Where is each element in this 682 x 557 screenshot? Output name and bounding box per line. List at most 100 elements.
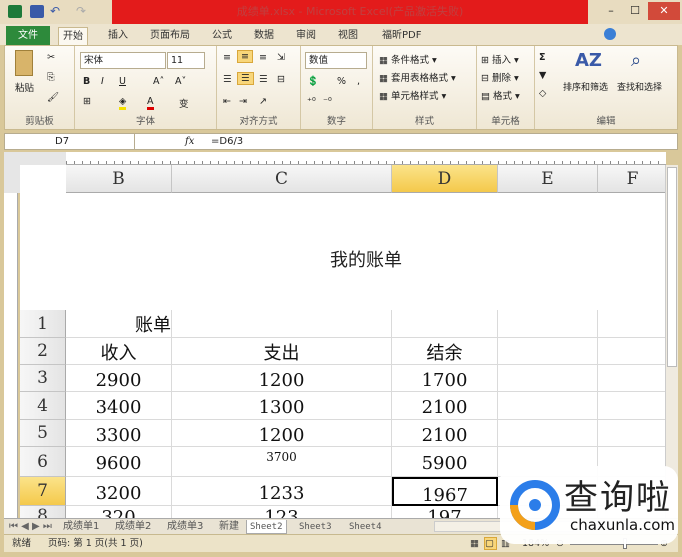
formula-input[interactable]: =D6/3 [211,134,243,149]
copy-icon[interactable]: ⎘ [47,72,55,83]
row-header-7[interactable]: 7 [20,477,66,506]
align-right-icon[interactable]: ☰ [259,74,268,85]
comma-button[interactable]: , [357,76,360,87]
cell-e3[interactable] [498,365,598,392]
cell-e5[interactable] [498,420,598,447]
shrink-font-button[interactable]: A˅ [175,76,186,87]
column-header-e[interactable]: E [498,165,598,193]
cell-d3[interactable]: 1700 [392,365,498,392]
cell-b4[interactable]: 3400 [66,392,172,420]
sheet-tab[interactable]: Sheet3 [296,520,335,534]
cell-b8[interactable]: 320 [66,506,172,518]
align-center-icon[interactable]: ☰ [237,72,254,85]
cell-f3[interactable] [598,365,665,392]
font-name-select[interactable]: 宋体 [80,52,166,69]
row-header-6[interactable]: 6 [20,447,66,477]
redo-icon[interactable]: ↷ [76,4,86,18]
format-painter-icon[interactable]: 🖌 [47,92,59,103]
cell-b6[interactable]: 9600 [66,447,172,477]
paste-icon[interactable] [15,50,33,76]
cell-d5[interactable]: 2100 [392,420,498,447]
conditional-format-button[interactable]: ▦ 条件格式 ▾ [379,52,437,66]
cell-b5[interactable]: 3300 [66,420,172,447]
cell-c5[interactable]: 1200 [172,420,392,447]
cell-d1[interactable] [392,310,498,338]
cell-b2[interactable]: 收入 [66,338,172,365]
zoom-slider[interactable] [570,544,658,545]
sort-filter-button[interactable]: 排序和筛选 [563,80,608,93]
border-icon[interactable]: ⊞ [83,96,91,107]
decrease-decimal-icon[interactable]: ⁻⁰ [323,96,332,107]
name-box[interactable]: D7 [5,134,135,149]
cell-e1[interactable] [498,310,598,338]
help-icon[interactable] [604,28,616,40]
row-header-1[interactable]: 1 [20,310,66,338]
align-left-icon[interactable]: ☰ [223,74,232,85]
cell-c6[interactable]: 3700 [172,447,392,477]
column-header-f[interactable]: F [598,165,665,193]
cell-d7[interactable]: 1967 [392,477,498,506]
font-color-button[interactable]: A [147,96,154,110]
format-cells-button[interactable]: ▤ 格式 ▾ [481,88,520,102]
cell-b7[interactable]: 3200 [66,477,172,506]
scroll-thumb[interactable] [667,167,677,367]
cell-c8[interactable]: 123 [172,506,392,518]
tab-home[interactable]: 开始 [58,27,88,45]
sheet-tab[interactable]: 成绩单1 [60,520,102,534]
italic-button[interactable]: I [101,76,104,87]
autosum-button[interactable]: Σ [539,52,546,63]
cell-c3[interactable]: 1200 [172,365,392,392]
normal-view-icon[interactable]: ▦ [470,535,479,553]
vertical-scrollbar[interactable] [665,165,678,518]
cell-styles-button[interactable]: ▦ 单元格样式 ▾ [379,88,446,102]
cell-d6[interactable]: 5900 [392,447,498,477]
sheet-tab[interactable]: Sheet2 [246,520,287,534]
sheet-tab[interactable]: Sheet4 [346,520,385,534]
cell-c4[interactable]: 1300 [172,392,392,420]
cell-d4[interactable]: 2100 [392,392,498,420]
tab-review[interactable]: 审阅 [292,27,320,45]
cell-e4[interactable] [498,392,598,420]
cell-f5[interactable] [598,420,665,447]
column-header-d[interactable]: D [392,165,498,193]
undo-icon[interactable]: ↶ [50,4,60,18]
sheet-tab[interactable]: 成绩单2 [112,520,154,534]
tab-file[interactable]: 文件 [6,26,50,45]
cell-f4[interactable] [598,392,665,420]
row-header-4[interactable]: 4 [20,392,66,420]
find-select-button[interactable]: 查找和选择 [617,80,662,93]
cell-c2[interactable]: 支出 [172,338,392,365]
row-header-5[interactable]: 5 [20,420,66,447]
row-header-2[interactable]: 2 [20,338,66,365]
delete-cells-button[interactable]: ⊟ 删除 ▾ [481,70,519,84]
find-select-icon[interactable]: ⌕ [631,50,641,71]
minimize-button[interactable]: – [598,2,624,20]
sheet-tab[interactable]: 新建 [216,520,242,534]
sheet-nav-icons[interactable]: ⏮ ◀ ▶ ⏭ [6,520,55,534]
maximize-button[interactable]: ☐ [622,2,648,20]
cell-b3[interactable]: 2900 [66,365,172,392]
align-bottom-icon[interactable]: ≡ [259,52,267,63]
grow-font-button[interactable]: A˄ [153,76,164,87]
format-as-table-button[interactable]: ▦ 套用表格格式 ▾ [379,70,456,84]
cell-c7[interactable]: 1233 [172,477,392,506]
percent-button[interactable]: % [337,76,346,87]
phonetic-button[interactable]: 变 [179,96,189,110]
column-header-c[interactable]: C [172,165,392,193]
clear-icon[interactable]: ◇ [539,88,546,99]
tab-data[interactable]: 数据 [250,27,278,45]
sheet-tab[interactable]: 成绩单3 [164,520,206,534]
align-top-icon[interactable]: ≡ [223,52,231,63]
row-header-8[interactable]: 8 [20,506,66,518]
tab-view[interactable]: 视图 [334,27,362,45]
cell-c1[interactable] [172,310,392,338]
fill-color-icon[interactable]: ◈ [119,96,127,110]
number-format-select[interactable]: 数值 [305,52,367,69]
cut-icon[interactable]: ✂ [47,52,55,63]
close-button[interactable]: ✕ [648,2,680,20]
font-size-select[interactable]: 11 [167,52,205,69]
insert-cells-button[interactable]: ⊞ 插入 ▾ [481,52,519,66]
page-layout-view-icon[interactable]: ▢ [484,537,497,550]
align-middle-icon[interactable]: ≡ [237,50,253,63]
cell-d2[interactable]: 结余 [392,338,498,365]
